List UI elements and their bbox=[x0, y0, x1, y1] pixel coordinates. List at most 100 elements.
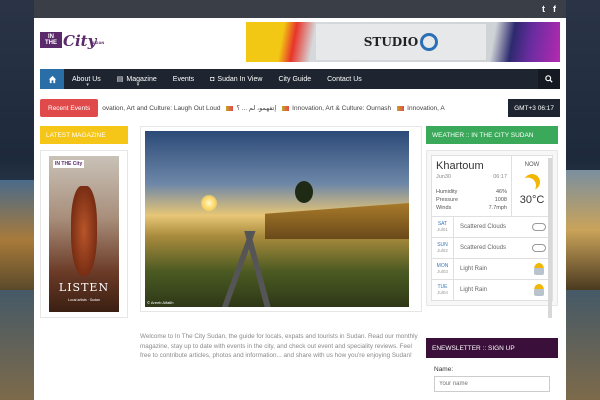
ticker-clock: GMT+3 06:17 bbox=[508, 99, 560, 117]
weather-scrollbar[interactable] bbox=[548, 158, 552, 318]
ticker-item-text: إتفهمو، لم ... ؟ bbox=[236, 105, 277, 112]
photo-sun bbox=[201, 195, 217, 211]
forecast-day: SUN Jul02 bbox=[432, 238, 454, 258]
latest-magazine-heading: LATEST MAGAZINE bbox=[40, 126, 128, 144]
home-button[interactable] bbox=[40, 69, 64, 89]
forecast-date: Jul02 bbox=[437, 248, 448, 253]
ticker-item[interactable]: إتفهمو، لم ... ؟ bbox=[226, 104, 276, 112]
forecast-date: Jul04 bbox=[437, 290, 448, 295]
logo-the: THE bbox=[45, 40, 57, 46]
nav-events[interactable]: Events bbox=[165, 69, 202, 89]
nav-contact-us[interactable]: Contact Us bbox=[319, 69, 370, 89]
welcome-text: Welcome to In The City Sudan, the guide … bbox=[140, 333, 418, 359]
moon-icon bbox=[522, 172, 543, 193]
now-label: NOW bbox=[524, 162, 540, 168]
humidity-label: Humidity bbox=[436, 189, 458, 195]
twitter-icon[interactable]: t bbox=[542, 4, 545, 14]
search-icon bbox=[545, 75, 553, 83]
cover-logo: IN THE City bbox=[53, 160, 85, 168]
logo-subtitle: SUDAN bbox=[90, 40, 105, 45]
cover-subtitle: Local artists · Sudan bbox=[68, 298, 100, 302]
photo-track bbox=[244, 231, 272, 307]
name-input[interactable] bbox=[434, 376, 550, 392]
background-photo-left bbox=[0, 180, 34, 290]
page-container: t f IN THE City SUDAN STUDIO About Us ▾ … bbox=[34, 0, 566, 400]
top-bar: t f bbox=[34, 0, 566, 18]
humidity-value: 46% bbox=[495, 189, 507, 195]
photo-credit: © Areeb Alfatih bbox=[147, 300, 174, 305]
weather-city-panel: Khartoum Jun30 06:17 Humidity 46% Pressur… bbox=[432, 156, 512, 216]
home-icon bbox=[48, 75, 56, 83]
left-sidebar: LATEST MAGAZINE IN THE City LISTEN Local… bbox=[40, 126, 128, 318]
nav-events-label: Events bbox=[172, 75, 195, 83]
site-logo[interactable]: IN THE City bbox=[40, 32, 96, 49]
weather-stats: Humidity 46% Pressure 1008 Winds 7.7mph bbox=[436, 188, 507, 212]
nav-sudan-in-view[interactable]: ◘ Sudan In View bbox=[202, 69, 270, 89]
event-thumb-icon bbox=[397, 105, 405, 111]
weather-date: Jun30 bbox=[436, 174, 451, 180]
weather-heading: WEATHER :: IN THE CITY SUDAN bbox=[426, 126, 558, 144]
studio-logo-icon bbox=[420, 33, 439, 51]
nav-city-guide[interactable]: City Guide bbox=[270, 69, 319, 89]
violin-image bbox=[71, 186, 97, 276]
magazine-box: IN THE City LISTEN Local artists · Sudan bbox=[40, 150, 128, 318]
name-label: Name: bbox=[434, 366, 454, 373]
event-thumb-icon bbox=[226, 105, 234, 111]
weather-datetime: Jun30 06:17 bbox=[436, 174, 507, 180]
forecast-row: SAT Jul01 Scattered Clouds bbox=[431, 217, 553, 238]
chevron-down-icon: ▾ bbox=[136, 82, 140, 88]
banner-studio-text: STUDIO bbox=[363, 35, 419, 49]
ticker-item[interactable]: Innovation, A bbox=[397, 104, 445, 112]
newsletter-heading: ENEWSLETTER :: SIGN UP bbox=[426, 338, 558, 358]
current-temp: 30°C bbox=[519, 194, 545, 206]
featured-photo[interactable]: © Areeb Alfatih bbox=[145, 131, 409, 307]
forecast-desc: Light Rain bbox=[460, 287, 488, 293]
forecast-day: MON Jul03 bbox=[432, 259, 454, 279]
rain-icon bbox=[534, 284, 544, 296]
header-banner-ad[interactable]: STUDIO bbox=[246, 22, 560, 62]
photo-train bbox=[265, 203, 409, 239]
featured-photo-box: © Areeb Alfatih bbox=[140, 126, 422, 312]
forecast-desc: Light Rain bbox=[460, 266, 488, 272]
weather-widget: Khartoum Jun30 06:17 Humidity 46% Pressur… bbox=[426, 150, 558, 306]
nav-city-guide-label: City Guide bbox=[278, 75, 312, 83]
cloud-icon bbox=[532, 223, 546, 231]
events-ticker: Recent Events ovation, Art and Culture: … bbox=[40, 99, 560, 117]
ticker-item-text: Innovation, Art & Culture: Ournash bbox=[292, 104, 392, 112]
ticker-item-text: Innovation, A bbox=[407, 104, 445, 112]
pressure-label: Pressure bbox=[436, 197, 459, 203]
facebook-icon[interactable]: f bbox=[553, 4, 556, 14]
nav-magazine[interactable]: ▤ Magazine ▾ bbox=[109, 69, 165, 89]
ticker-item[interactable]: ovation, Art and Culture: Laugh Out Loud bbox=[102, 104, 220, 112]
logo-box: IN THE bbox=[40, 32, 62, 48]
ticker-item[interactable]: Innovation, Art & Culture: Ournash bbox=[282, 104, 391, 112]
forecast-row: SUN Jul02 Scattered Clouds bbox=[431, 238, 553, 259]
forecast-date: Jul01 bbox=[437, 227, 448, 232]
nav-about-us[interactable]: About Us ▾ bbox=[64, 69, 109, 89]
banner-center: STUDIO bbox=[316, 24, 486, 60]
ticker-item-text: ovation, Art and Culture: Laugh Out Loud bbox=[102, 104, 221, 112]
forecast-day: TUE Jul04 bbox=[432, 280, 454, 300]
weather-city: Khartoum bbox=[436, 160, 484, 172]
search-button[interactable] bbox=[538, 69, 560, 89]
right-sidebar: WEATHER :: IN THE CITY SUDAN Khartoum Ju… bbox=[426, 126, 558, 318]
rain-icon bbox=[534, 263, 544, 275]
ticker-label: Recent Events bbox=[40, 99, 99, 117]
winds-label: Winds bbox=[436, 205, 452, 211]
background-photo-right bbox=[566, 170, 600, 290]
forecast-row: TUE Jul04 Light Rain bbox=[431, 280, 553, 301]
event-thumb-icon bbox=[282, 105, 290, 111]
magazine-cover[interactable]: IN THE City LISTEN Local artists · Sudan bbox=[49, 156, 119, 312]
winds-value: 7.7mph bbox=[488, 205, 507, 211]
cloud-icon bbox=[532, 244, 546, 252]
weather-current: Khartoum Jun30 06:17 Humidity 46% Pressur… bbox=[431, 155, 553, 217]
weather-time: 06:17 bbox=[493, 174, 507, 180]
cover-title: LISTEN bbox=[58, 281, 110, 294]
ticker-track: ovation, Art and Culture: Laugh Out Loud… bbox=[98, 104, 508, 113]
forecast-date: Jul03 bbox=[437, 269, 448, 274]
chevron-down-icon: ▾ bbox=[86, 82, 89, 88]
book-icon: ▤ bbox=[116, 76, 124, 83]
pressure-value: 1008 bbox=[494, 197, 507, 203]
photo-tree bbox=[295, 181, 313, 203]
forecast-desc: Scattered Clouds bbox=[460, 245, 507, 251]
